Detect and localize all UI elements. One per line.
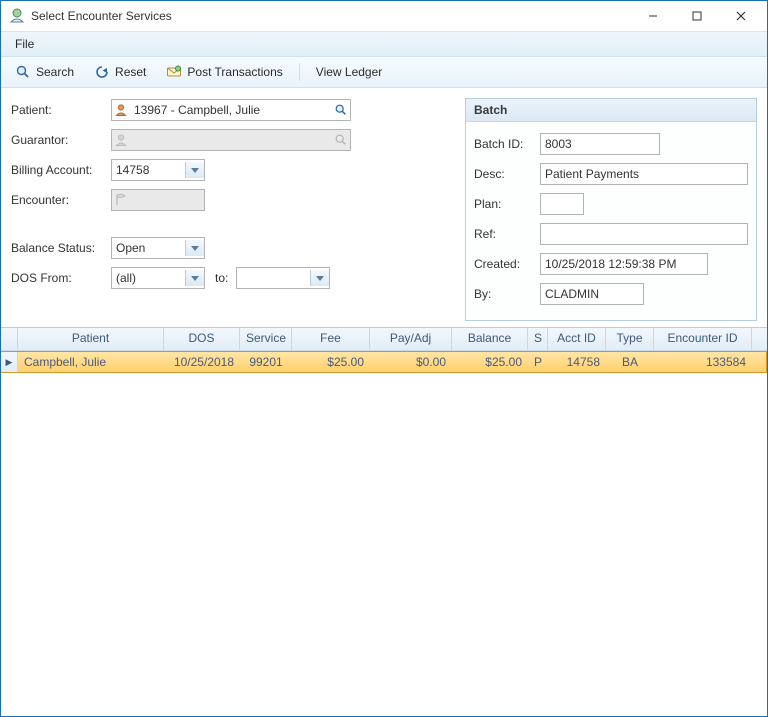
cell-s: P — [528, 353, 548, 371]
select-encounter-services-window: Select Encounter Services File S — [0, 0, 768, 717]
search-label: Search — [36, 65, 74, 79]
balance-status-combo[interactable]: Open — [111, 237, 205, 259]
window-controls — [631, 2, 763, 30]
col-s[interactable]: S — [528, 328, 548, 350]
results-grid[interactable]: Patient DOS Service Fee Pay/Adj Balance … — [1, 327, 767, 716]
menubar: File — [1, 31, 767, 57]
cell-dos: 10/25/2018 — [164, 353, 240, 371]
titlebar: Select Encounter Services — [1, 1, 767, 31]
toolbar-separator — [299, 63, 300, 81]
grid-header: Patient DOS Service Fee Pay/Adj Balance … — [1, 328, 767, 351]
cell-fee: $25.00 — [292, 353, 370, 371]
person-icon — [114, 133, 128, 147]
patient-value: 13967 - Campbell, Julie — [132, 103, 330, 117]
magnifier-icon[interactable] — [334, 103, 348, 117]
cell-enc: 133584 — [654, 353, 752, 371]
batch-by-label: By: — [474, 287, 540, 301]
batch-by-value: CLADMIN — [545, 287, 599, 301]
encounter-lookup[interactable] — [111, 189, 205, 211]
window-title: Select Encounter Services — [31, 9, 631, 23]
balance-status-label: Balance Status: — [11, 241, 111, 255]
row-indicator-icon: ▶ — [1, 352, 18, 372]
app-icon — [9, 8, 25, 24]
chevron-down-icon[interactable] — [185, 162, 204, 178]
cell-balance: $25.00 — [452, 353, 528, 371]
magnifier-icon — [15, 64, 31, 80]
batch-panel-header: Batch — [466, 99, 756, 122]
patient-label: Patient: — [11, 103, 111, 117]
batch-plan-label: Plan: — [474, 197, 540, 211]
view-ledger-button[interactable]: View Ledger — [308, 63, 391, 81]
col-enc[interactable]: Encounter ID — [654, 328, 752, 350]
balance-status-value: Open — [116, 241, 145, 255]
batch-created-value: 10/25/2018 12:59:38 PM — [545, 257, 676, 271]
batch-desc-field[interactable]: Patient Payments — [540, 163, 748, 185]
batch-id-value: 8003 — [545, 137, 572, 151]
batch-desc-value: Patient Payments — [545, 167, 639, 181]
col-fee[interactable]: Fee — [292, 328, 370, 350]
batch-ref-label: Ref: — [474, 227, 540, 241]
search-criteria-form: Patient: 13967 - Campbell, Julie Guarant… — [11, 98, 455, 321]
cell-service: 99201 — [240, 353, 292, 371]
minimize-button[interactable] — [631, 2, 675, 30]
chevron-down-icon[interactable] — [185, 270, 204, 286]
batch-id-field[interactable]: 8003 — [540, 133, 660, 155]
col-dos[interactable]: DOS — [164, 328, 240, 350]
col-payadj[interactable]: Pay/Adj — [370, 328, 452, 350]
billing-account-combo[interactable]: 14758 — [111, 159, 205, 181]
col-balance[interactable]: Balance — [452, 328, 528, 350]
col-patient[interactable]: Patient — [18, 328, 164, 350]
search-button[interactable]: Search — [7, 62, 82, 82]
batch-panel: Batch Batch ID: 8003 Desc: Patient Payme… — [465, 98, 757, 321]
reset-label: Reset — [115, 65, 146, 79]
magnifier-icon[interactable] — [334, 133, 348, 147]
dos-from-label: DOS From: — [11, 271, 111, 285]
guarantor-label: Guarantor: — [11, 133, 111, 147]
encounter-label: Encounter: — [11, 193, 111, 207]
batch-ref-field[interactable] — [540, 223, 748, 245]
maximize-button[interactable] — [675, 2, 719, 30]
envelope-icon — [166, 64, 182, 80]
menu-file[interactable]: File — [7, 35, 42, 53]
reset-button[interactable]: Reset — [86, 62, 154, 82]
dos-from-combo[interactable]: (all) — [111, 267, 205, 289]
refresh-icon — [94, 64, 110, 80]
grid-row[interactable]: ▶ Campbell, Julie 10/25/2018 99201 $25.0… — [1, 351, 767, 373]
batch-created-field: 10/25/2018 12:59:38 PM — [540, 253, 708, 275]
person-icon — [114, 103, 128, 117]
batch-created-label: Created: — [474, 257, 540, 271]
view-ledger-label: View Ledger — [316, 65, 383, 79]
form-area: Patient: 13967 - Campbell, Julie Guarant… — [1, 88, 767, 327]
batch-by-field: CLADMIN — [540, 283, 644, 305]
batch-plan-field[interactable] — [540, 193, 584, 215]
cell-acct: 14758 — [548, 353, 606, 371]
patient-lookup[interactable]: 13967 - Campbell, Julie — [111, 99, 351, 121]
billing-account-value: 14758 — [116, 163, 149, 177]
chevron-down-icon[interactable] — [185, 240, 204, 256]
flag-icon — [114, 193, 128, 207]
toolbar: Search Reset Post Transactions — [1, 57, 767, 88]
post-transactions-label: Post Transactions — [187, 65, 282, 79]
batch-id-label: Batch ID: — [474, 137, 540, 151]
billing-account-label: Billing Account: — [11, 163, 111, 177]
dos-to-combo[interactable] — [236, 267, 330, 289]
col-service[interactable]: Service — [240, 328, 292, 350]
cell-patient: Campbell, Julie — [18, 353, 164, 371]
col-acct[interactable]: Acct ID — [548, 328, 606, 350]
col-type[interactable]: Type — [606, 328, 654, 350]
cell-type: BA — [606, 353, 654, 371]
post-transactions-button[interactable]: Post Transactions — [158, 62, 290, 82]
batch-desc-label: Desc: — [474, 167, 540, 181]
cell-payadj: $0.00 — [370, 353, 452, 371]
close-button[interactable] — [719, 2, 763, 30]
guarantor-lookup[interactable] — [111, 129, 351, 151]
row-indicator-header — [1, 328, 18, 350]
chevron-down-icon[interactable] — [310, 270, 329, 286]
dos-to-label: to: — [215, 271, 228, 285]
dos-from-value: (all) — [116, 271, 136, 285]
